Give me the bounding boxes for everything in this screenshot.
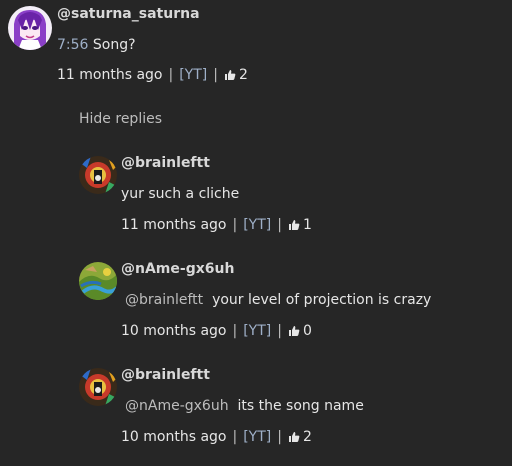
- avatar[interactable]: [79, 368, 117, 406]
- avatar[interactable]: [79, 262, 117, 300]
- separator: |: [213, 67, 218, 83]
- like-count: 2: [238, 67, 248, 83]
- thumbs-up-icon[interactable]: [288, 325, 300, 337]
- comment-text: 7:56 Song?: [57, 37, 136, 53]
- comment-thread: @saturna_saturna 7:56 Song? 11 months ag…: [0, 0, 512, 466]
- avatar-collage-image: [79, 368, 117, 406]
- timestamp-link[interactable]: 7:56: [57, 37, 88, 53]
- reply-age: 10 months ago: [121, 429, 227, 445]
- reply-body: your level of projection is crazy: [212, 292, 432, 308]
- like-count: 1: [302, 217, 312, 233]
- reply-text: @nAme-gx6uh its the song name: [125, 398, 364, 414]
- reply-text: yur such a cliche: [121, 186, 240, 202]
- mention-link[interactable]: @nAme-gx6uh: [125, 398, 229, 414]
- separator: |: [277, 323, 282, 339]
- reply-text: @brainleftt your level of projection is …: [125, 292, 431, 308]
- separator: |: [277, 429, 282, 445]
- thumbs-up-icon[interactable]: [288, 431, 300, 443]
- thumbs-up-icon[interactable]: [288, 219, 300, 231]
- hide-replies-button[interactable]: Hide replies: [79, 111, 162, 127]
- mention-link[interactable]: @brainleftt: [125, 292, 203, 308]
- separator: |: [232, 429, 238, 445]
- source-link[interactable]: [YT]: [243, 429, 271, 445]
- avatar[interactable]: [8, 6, 52, 50]
- source-link[interactable]: [YT]: [243, 323, 271, 339]
- comment-author[interactable]: @saturna_saturna: [57, 6, 200, 22]
- comment-body: Song?: [88, 37, 136, 53]
- thumbs-up-icon[interactable]: [224, 69, 236, 81]
- reply-author[interactable]: @brainleftt: [121, 367, 210, 383]
- reply-author[interactable]: @nAme-gx6uh: [121, 261, 234, 277]
- source-link[interactable]: [YT]: [243, 217, 271, 233]
- comment-age: 11 months ago: [57, 67, 163, 83]
- reply-body: its the song name: [237, 398, 364, 414]
- reply-author[interactable]: @brainleftt: [121, 155, 210, 171]
- reply-age: 11 months ago: [121, 217, 227, 233]
- like-count: 0: [302, 323, 312, 339]
- comment-meta: 11 months ago | [YT] | 2: [57, 67, 248, 83]
- source-link[interactable]: [YT]: [179, 67, 207, 83]
- reply-meta: 10 months ago | [YT] | 2: [121, 429, 312, 445]
- reply-meta: 11 months ago | [YT] | 1: [121, 217, 312, 233]
- avatar[interactable]: [79, 156, 117, 194]
- separator: |: [168, 67, 174, 83]
- avatar-collage-image: [79, 156, 117, 194]
- separator: |: [277, 217, 282, 233]
- separator: |: [232, 323, 238, 339]
- like-count: 2: [302, 429, 312, 445]
- reply-meta: 10 months ago | [YT] | 0: [121, 323, 312, 339]
- avatar-anime-girl-image: [8, 6, 52, 50]
- separator: |: [232, 217, 238, 233]
- reply-age: 10 months ago: [121, 323, 227, 339]
- avatar-landscape-image: [79, 262, 117, 300]
